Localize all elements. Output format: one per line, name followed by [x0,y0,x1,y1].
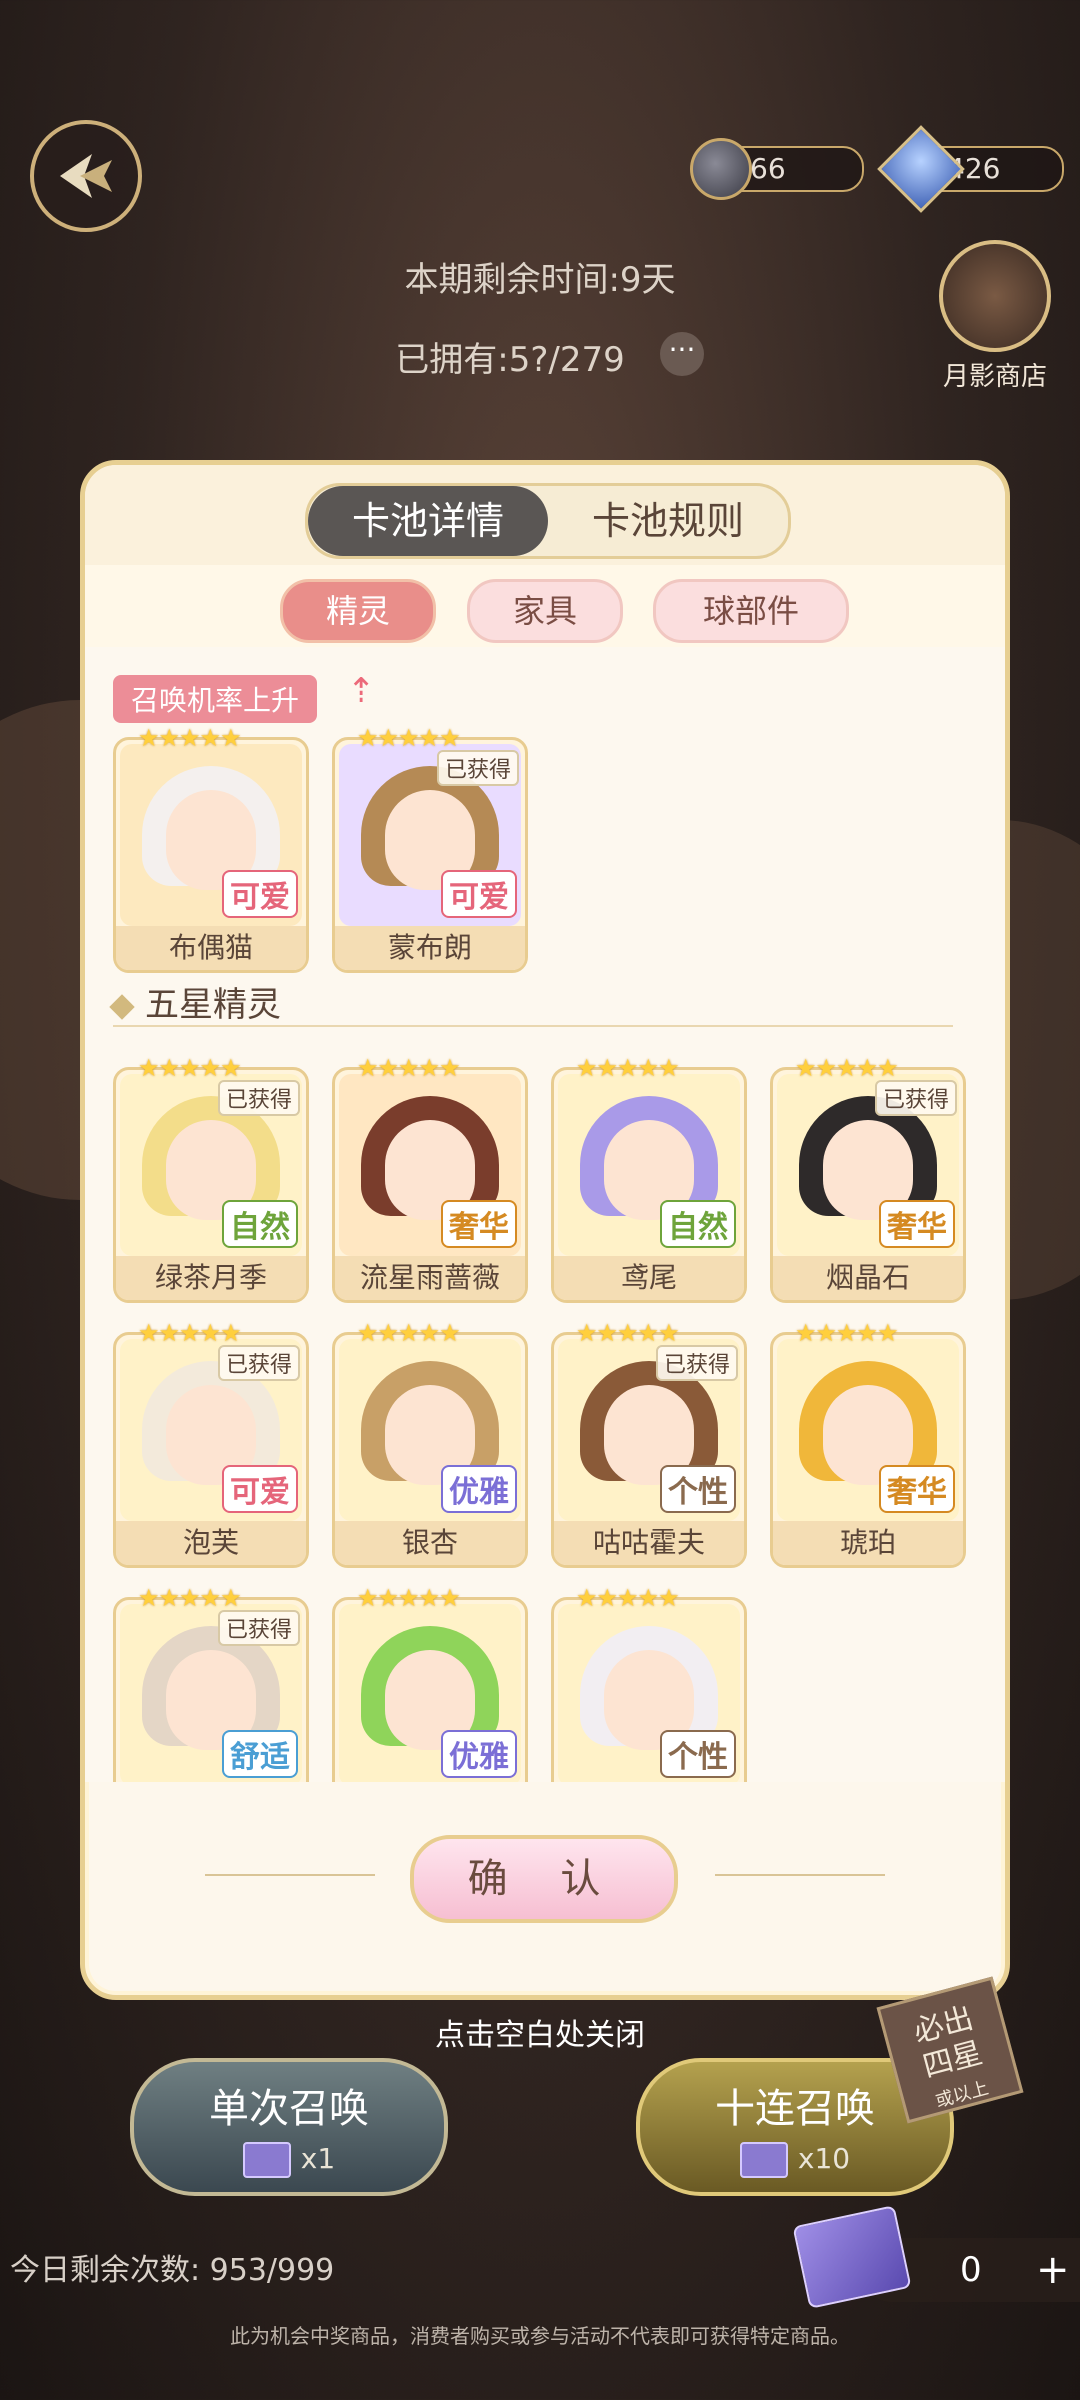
five-star-rating-icon: ★★★★★ [576,1054,680,1082]
single-summon-label: 单次召唤 [209,2086,369,2132]
sprite-name: 烟晶石 [773,1256,963,1300]
trait-badge: 舒适 [222,1730,298,1778]
diamond-icon [109,994,135,1020]
moon-coin-icon [690,138,752,200]
five-star-title: 五星精灵 [109,977,281,1026]
shop-label: 月影商店 [942,362,1047,392]
pool-details-panel: 卡池详情 卡池规则 精灵 家具 球部件 召唤机率上升 ⇡ ★★★★★ 可爱 布偶猫 ★… [80,460,1010,2000]
sprite-card[interactable]: ★★★★★ 奢华琥珀 [770,1319,966,1568]
panel-tab-switch: 卡池详情 卡池规则 [305,483,791,559]
five-star-rating-icon: ★★★★★ [576,1319,680,1347]
five-star-rating-icon: ★★★★★ [357,1319,461,1347]
owned-badge: 已获得 [217,1345,300,1381]
trait-badge: 奢华 [441,1200,517,1248]
five-star-rating-icon: ★★★★★ [357,1584,461,1612]
five-star-rating-icon: ★★★★★ [576,1584,680,1612]
ticket-icon [739,2142,788,2178]
sprite-card[interactable]: ★★★★★ 自然鸢尾 [551,1054,747,1303]
single-summon-cost: x1 [134,2142,444,2178]
disclaimer: 此为机会中奖商品，消费者购买或参与活动不代表即可获得特定商品。 [230,2324,850,2348]
sprite-name: 琥珀 [773,1521,963,1565]
five-star-rating-icon: ★★★★★ [138,1319,242,1347]
divider [113,1025,953,1027]
sprite-name: 流星雨蔷薇 [335,1256,525,1300]
confirm-button[interactable]: 确 认 [410,1835,678,1923]
ticket-icon [242,2142,291,2178]
trait-badge: 优雅 [441,1730,517,1778]
trait-badge: 奢华 [879,1200,955,1248]
confirm-row: 确 认 [85,1825,1005,1925]
add-ticket-button[interactable]: + [1036,2238,1070,2302]
trait-badge: 自然 [660,1200,736,1248]
divider-right [715,1874,885,1876]
sprite-name: 银杏 [335,1521,525,1565]
sprite-card[interactable]: ★★★★★ 已获得可爱泡芙 [113,1319,309,1568]
remaining-time: 本期剩余时间:9天 [404,260,676,300]
sprite-card[interactable]: ★★★★★ 已获得舒适 [113,1584,309,1782]
more-icon[interactable]: ··· [660,332,704,376]
back-arrow-icon [60,154,112,198]
five-star-rating-icon: ★★★★★ [138,724,242,752]
sprite-card[interactable]: ★★★★★ 已获得自然绿茶月季 [113,1054,309,1303]
moon-coin-value: 66 [750,152,786,185]
tab-pool-rules[interactable]: 卡池规则 [548,486,788,556]
owned-badge: 已获得 [436,750,519,786]
trait-badge: 个性 [660,1465,736,1513]
trait-badge: 可爱 [222,870,298,918]
five-star-rating-icon: ★★★★★ [357,724,461,752]
sprite-card[interactable]: ★★★★★ 优雅银杏 [332,1319,528,1568]
sprite-card[interactable]: ★★★★★ 已获得可爱蒙布朗 [332,724,528,973]
sprite-name: 咕咕霍夫 [554,1521,744,1565]
owned-badge: 已获得 [217,1080,300,1116]
sprite-card[interactable]: ★★★★★ 已获得奢华烟晶石 [770,1054,966,1303]
ten-summon-cost: x10 [640,2142,950,2178]
rate-up-tag: 召唤机率上升 [113,675,318,723]
five-star-rating-icon: ★★★★★ [138,1054,242,1082]
five-star-rating-icon: ★★★★★ [795,1054,899,1082]
subtab-furniture[interactable]: 家具 [467,579,623,643]
sprite-card[interactable]: ★★★★★ 优雅 [332,1584,528,1782]
moon-shadow-shop-button[interactable]: 月影商店 [930,240,1060,393]
tab-pool-details[interactable]: 卡池详情 [308,486,548,556]
sprite-card[interactable]: ★★★★★ 已获得个性咕咕霍夫 [551,1319,747,1568]
sprite-card[interactable]: ★★★★★ 奢华流星雨蔷薇 [332,1054,528,1303]
divider-left [205,1874,375,1876]
sprite-card[interactable]: ★★★★★ 个性 [551,1584,747,1782]
sprite-card[interactable]: ★★★★★ 可爱布偶猫 [113,724,309,973]
back-button[interactable] [30,120,142,232]
owned-count: 已拥有:5?/279 [395,340,625,380]
sprite-name: 泡芙 [116,1521,306,1565]
remaining-today: 今日剩余次数: 953/999 [10,2253,335,2288]
trait-badge: 奢华 [879,1465,955,1513]
owned-badge: 已获得 [217,1610,300,1646]
trait-badge: 个性 [660,1730,736,1778]
sprite-name: 蒙布朗 [335,926,525,970]
trait-badge: 可爱 [441,870,517,918]
sprite-name: 布偶猫 [116,926,306,970]
sprite-name: 鸢尾 [554,1256,744,1300]
gem-icon [877,125,965,213]
five-star-rating-icon: ★★★★★ [138,1584,242,1612]
trait-badge: 自然 [222,1200,298,1248]
shop-icon [939,240,1051,352]
subtab-ball-parts[interactable]: 球部件 [653,579,849,643]
up-arrow-icon: ⇡ [347,671,376,711]
sprite-list[interactable]: 召唤机率上升 ⇡ ★★★★★ 可爱 布偶猫 ★★★★★ 已获得 可爱 蒙布朗 五星精灵 ★★… [85,647,1005,1782]
owned-badge: 已获得 [874,1080,957,1116]
five-star-rating-icon: ★★★★★ [357,1054,461,1082]
single-summon-button[interactable]: 单次召唤 x1 [130,2058,448,2196]
sprite-name: 绿茶月季 [116,1256,306,1300]
trait-badge: 优雅 [441,1465,517,1513]
five-star-rating-icon: ★★★★★ [795,1319,899,1347]
owned-badge: 已获得 [655,1345,738,1381]
subtab-sprites[interactable]: 精灵 [280,579,436,643]
ticket-count: 0 [960,2250,982,2290]
trait-badge: 可爱 [222,1465,298,1513]
